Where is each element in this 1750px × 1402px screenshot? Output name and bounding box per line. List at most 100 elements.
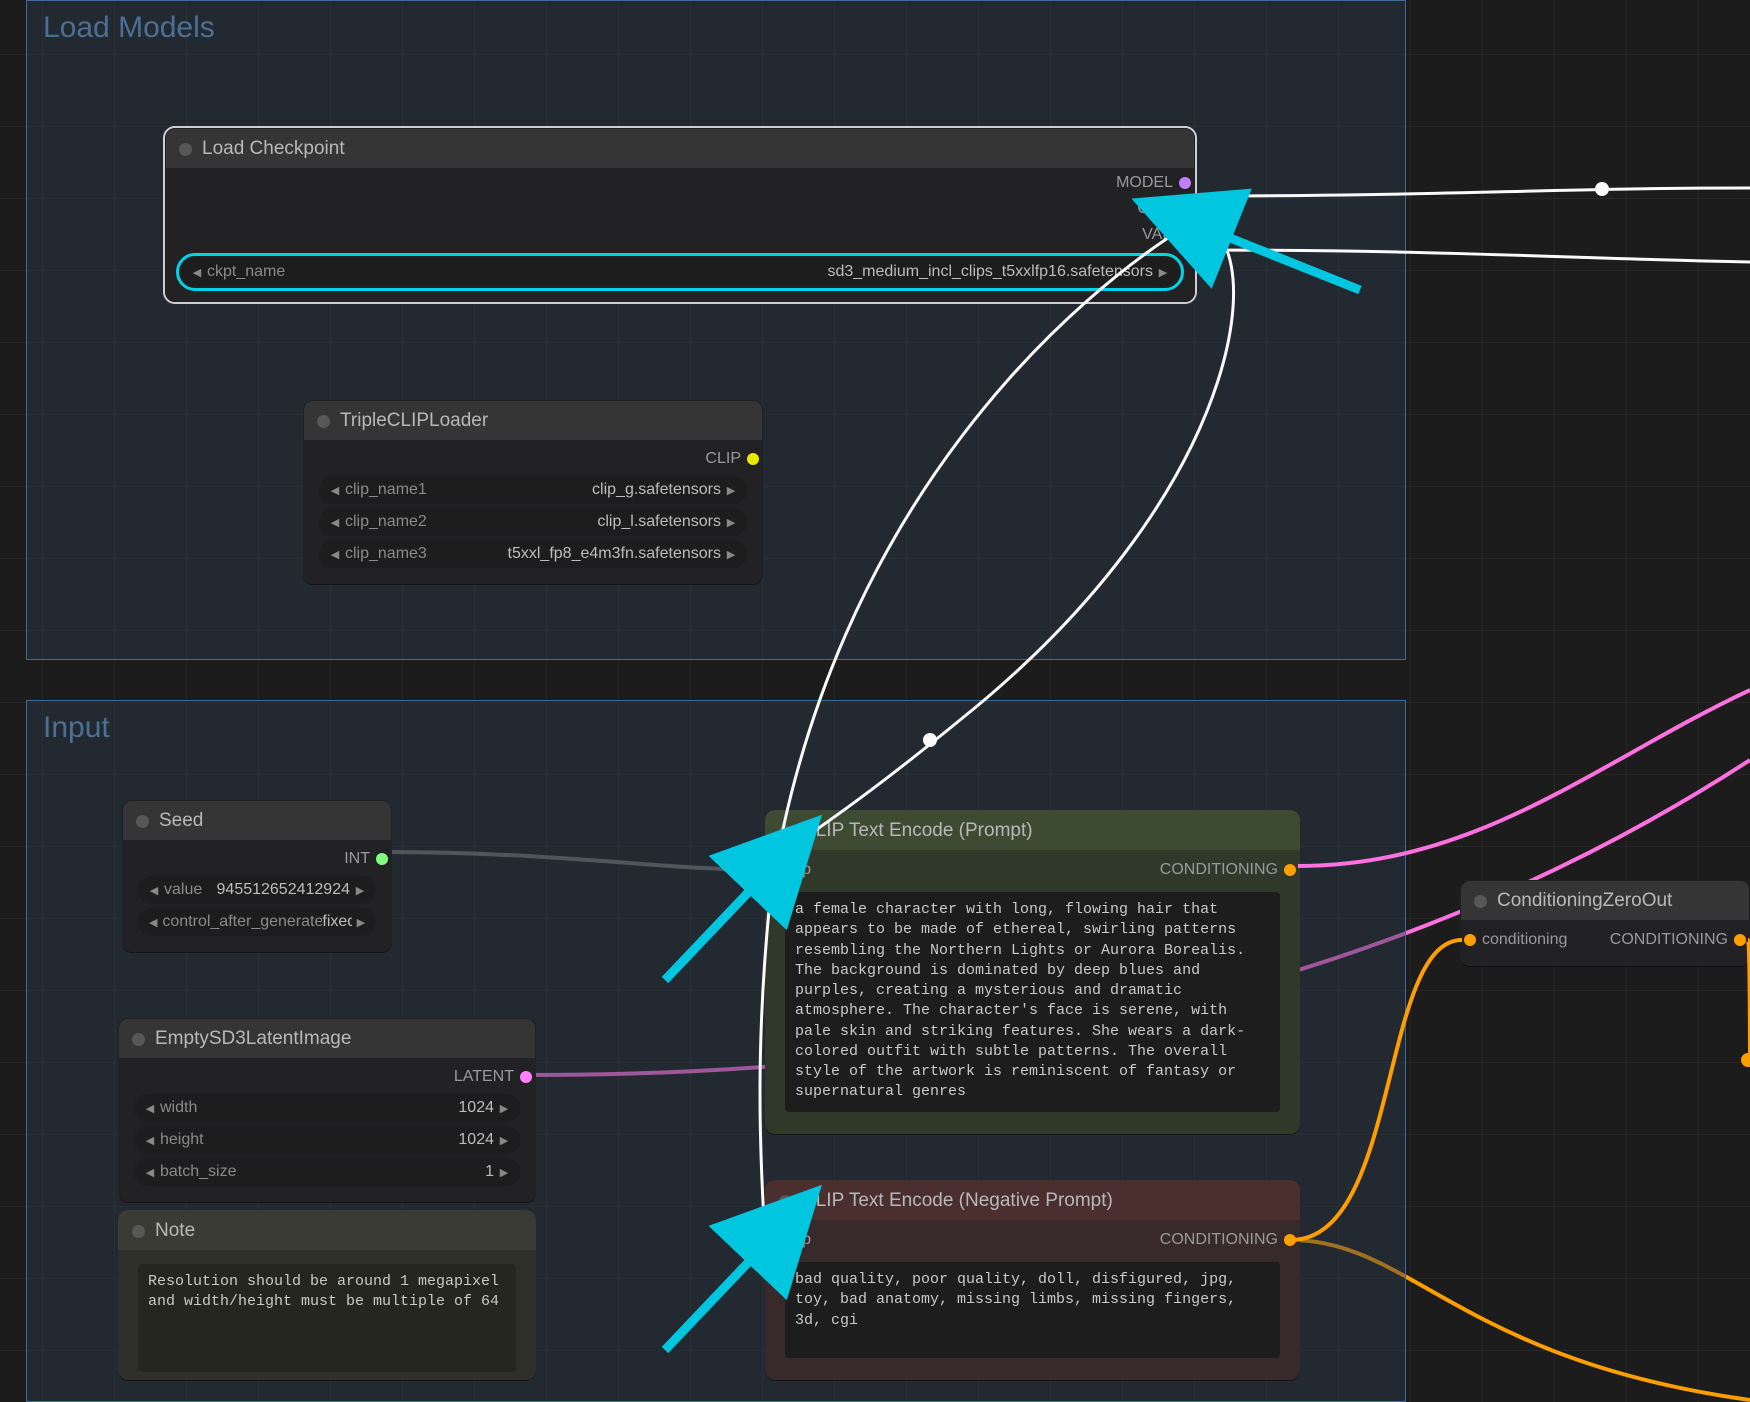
input-clip-label: clip (787, 1231, 811, 1249)
node-note[interactable]: Note Resolution should be around 1 megap… (118, 1210, 536, 1380)
widget-value: 1 (237, 1163, 495, 1181)
group-title: Input (27, 701, 1405, 745)
negative-prompt-text[interactable]: bad quality, poor quality, doll, disfigu… (785, 1262, 1280, 1358)
chevron-left-icon[interactable]: ◀ (148, 916, 158, 929)
node-title: ConditioningZeroOut (1497, 890, 1672, 912)
node-empty-latent[interactable]: EmptySD3LatentImage LATENT ◀ width 1024 … (118, 1018, 536, 1202)
node-title: Note (155, 1220, 195, 1242)
widget-label: value (164, 881, 202, 899)
output-cond-label: CONDITIONING (1610, 931, 1728, 949)
output-model[interactable]: MODEL (175, 170, 1185, 196)
node-conditioning-zero-out[interactable]: ConditioningZeroOut conditioning CONDITI… (1460, 880, 1750, 966)
chevron-left-icon[interactable]: ◀ (191, 266, 203, 279)
chevron-right-icon[interactable]: ▶ (725, 548, 737, 561)
seed-control-widget[interactable]: ◀ control_after_generate fixed ▶ (138, 908, 376, 936)
width-widget[interactable]: ◀ width 1024 ▶ (134, 1094, 520, 1122)
widget-value: 1024 (197, 1099, 494, 1117)
widget-label: batch_size (160, 1163, 237, 1181)
input-clip-label: clip (787, 861, 811, 879)
chevron-right-icon[interactable]: ▶ (498, 1134, 510, 1147)
port-int[interactable] (376, 853, 388, 865)
widget-value: fixed (322, 913, 351, 931)
widget-value: clip_g.safetensors (427, 481, 721, 499)
collapse-icon[interactable] (136, 815, 149, 828)
widget-label: clip_name3 (345, 545, 427, 563)
chevron-left-icon[interactable]: ◀ (329, 548, 341, 561)
widget-label: width (160, 1099, 197, 1117)
port-vae[interactable] (1179, 229, 1191, 241)
output-clip[interactable]: CLIP (313, 446, 753, 472)
widget-value: 1024 (204, 1131, 494, 1149)
port-latent[interactable] (520, 1071, 532, 1083)
node-title: Load Checkpoint (202, 138, 345, 160)
node-title: CLIP Text Encode (Negative Prompt) (802, 1190, 1113, 1212)
widget-label: control_after_generate (162, 913, 322, 931)
chevron-left-icon[interactable]: ◀ (329, 516, 341, 529)
output-int[interactable]: INT (132, 846, 382, 872)
collapse-icon[interactable] (779, 1195, 792, 1208)
clip-name2-widget[interactable]: ◀ clip_name2 clip_l.safetensors ▶ (319, 508, 747, 536)
widget-label: ckpt_name (207, 263, 285, 281)
output-latent[interactable]: LATENT (128, 1064, 526, 1090)
port-model[interactable] (1179, 177, 1191, 189)
ckpt-name-widget[interactable]: ◀ ckpt_name sd3_medium_incl_clips_t5xxlf… (181, 258, 1179, 286)
widget-label: clip_name2 (345, 513, 427, 531)
chevron-left-icon[interactable]: ◀ (144, 1166, 156, 1179)
chevron-right-icon[interactable]: ▶ (1157, 266, 1169, 279)
widget-value: sd3_medium_incl_clips_t5xxlfp16.safetens… (285, 263, 1153, 281)
node-load-checkpoint[interactable]: Load Checkpoint MODEL CLIP VAE ◀ ckpt_na… (165, 128, 1195, 302)
io-row: conditioning CONDITIONING (1470, 926, 1740, 954)
port-clip-in[interactable] (769, 1234, 781, 1246)
widget-value: clip_l.safetensors (427, 513, 721, 531)
chevron-left-icon[interactable]: ◀ (148, 884, 160, 897)
group-title: Load Models (27, 1, 1405, 45)
clip-name1-widget[interactable]: ◀ clip_name1 clip_g.safetensors ▶ (319, 476, 747, 504)
chevron-right-icon[interactable]: ▶ (725, 516, 737, 529)
port-clip[interactable] (747, 453, 759, 465)
port-clip-in[interactable] (769, 864, 781, 876)
note-text[interactable]: Resolution should be around 1 megapixel … (138, 1264, 516, 1372)
chevron-left-icon[interactable]: ◀ (144, 1134, 156, 1147)
node-title: CLIP Text Encode (Prompt) (802, 820, 1033, 842)
node-title: TripleCLIPLoader (340, 410, 488, 432)
collapse-icon[interactable] (179, 143, 192, 156)
node-clip-text-encode-negative[interactable]: CLIP Text Encode (Negative Prompt) clip … (765, 1180, 1300, 1380)
output-cond-label: CONDITIONING (1160, 1231, 1278, 1249)
chevron-left-icon[interactable]: ◀ (144, 1102, 156, 1115)
port-clip[interactable] (1179, 203, 1191, 215)
collapse-icon[interactable] (132, 1225, 145, 1238)
collapse-icon[interactable] (132, 1033, 145, 1046)
port-cond-out[interactable] (1284, 1234, 1296, 1246)
chevron-right-icon[interactable]: ▶ (356, 916, 366, 929)
chevron-right-icon[interactable]: ▶ (725, 484, 737, 497)
widget-label: clip_name1 (345, 481, 427, 499)
output-cond-label: CONDITIONING (1160, 861, 1278, 879)
port-cond-in[interactable] (1464, 934, 1476, 946)
seed-value-widget[interactable]: ◀ value 945512652412924 ▶ (138, 876, 376, 904)
chevron-left-icon[interactable]: ◀ (329, 484, 341, 497)
output-vae[interactable]: VAE (175, 222, 1185, 248)
collapse-icon[interactable] (1474, 895, 1487, 908)
widget-label: height (160, 1131, 204, 1149)
node-clip-text-encode-prompt[interactable]: CLIP Text Encode (Prompt) clip CONDITION… (765, 810, 1300, 1134)
collapse-icon[interactable] (779, 825, 792, 838)
chevron-right-icon[interactable]: ▶ (354, 884, 366, 897)
widget-value: t5xxl_fp8_e4m3fn.safetensors (427, 545, 721, 563)
chevron-right-icon[interactable]: ▶ (498, 1102, 510, 1115)
port-cond-out[interactable] (1284, 864, 1296, 876)
io-row: clip CONDITIONING (775, 856, 1290, 884)
output-clip[interactable]: CLIP (175, 196, 1185, 222)
widget-value: 945512652412924 (202, 881, 350, 899)
node-seed[interactable]: Seed INT ◀ value 945512652412924 ▶ ◀ con… (122, 800, 392, 952)
input-cond-label: conditioning (1482, 931, 1567, 949)
node-title: EmptySD3LatentImage (155, 1028, 351, 1050)
port-cond-out[interactable] (1734, 934, 1746, 946)
collapse-icon[interactable] (317, 415, 330, 428)
chevron-right-icon[interactable]: ▶ (498, 1166, 510, 1179)
prompt-text[interactable]: a female character with long, flowing ha… (785, 892, 1280, 1112)
node-triple-clip-loader[interactable]: TripleCLIPLoader CLIP ◀ clip_name1 clip_… (303, 400, 763, 584)
batch-size-widget[interactable]: ◀ batch_size 1 ▶ (134, 1158, 520, 1186)
clip-name3-widget[interactable]: ◀ clip_name3 t5xxl_fp8_e4m3fn.safetensor… (319, 540, 747, 568)
height-widget[interactable]: ◀ height 1024 ▶ (134, 1126, 520, 1154)
node-title: Seed (159, 810, 203, 832)
